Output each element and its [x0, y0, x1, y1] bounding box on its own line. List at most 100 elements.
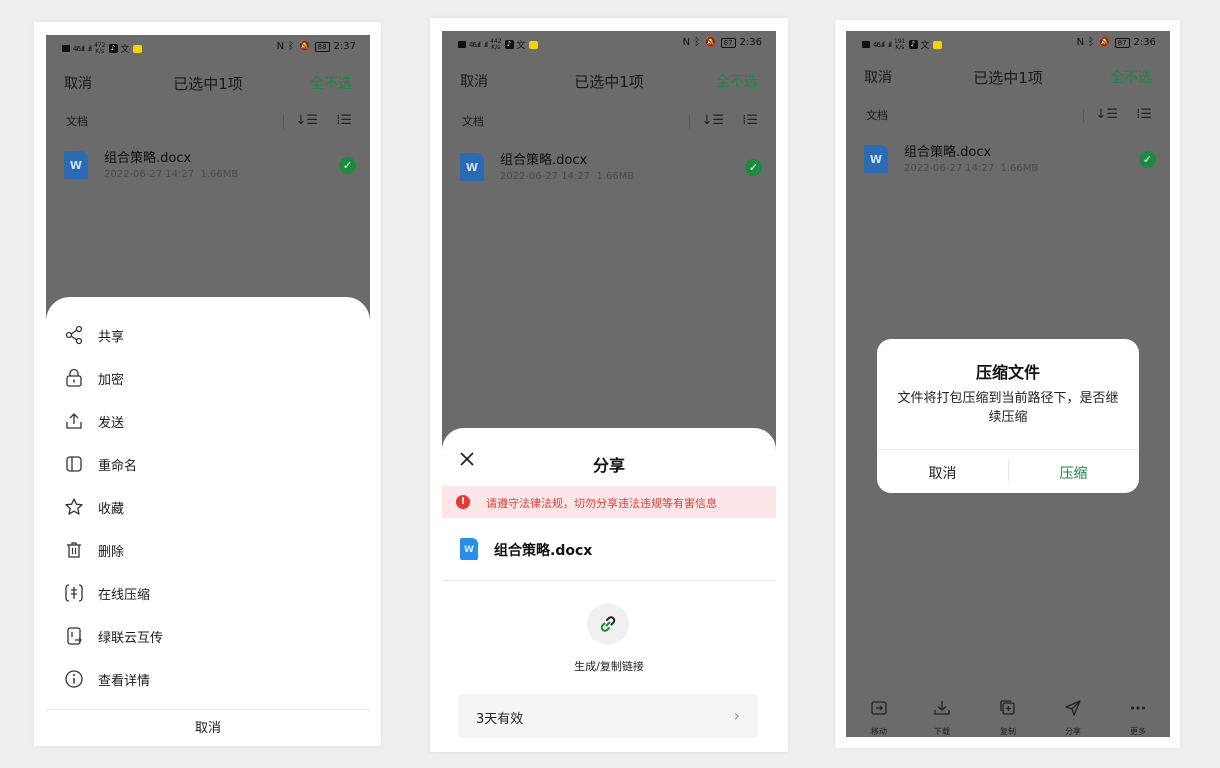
info-icon [65, 670, 83, 688]
file-name: 组合策略.docx [904, 145, 992, 160]
bluetooth-icon: ᛒ [288, 41, 295, 52]
generate-link-label: 生成/复制链接 [574, 660, 644, 673]
divider [1083, 109, 1084, 123]
file-list-item[interactable]: W 组合策略.docx 2022-06-27 14:27 1.66MB ✓ [442, 147, 776, 187]
shared-file-row: W 组合策略.docx [442, 532, 776, 572]
menu-item-rename[interactable]: 重命名 [46, 444, 370, 484]
bottom-item-label: 复制 [1000, 727, 1016, 736]
menu-item-label: 共享 [98, 329, 125, 345]
menu-item-online-compress[interactable]: 在线压缩 [46, 573, 370, 613]
hd-icon [862, 41, 870, 48]
dialog-title: 压缩文件 [975, 363, 1040, 382]
menu-item-send[interactable]: 发送 [46, 401, 370, 441]
warning-text: 请遵守法律法规，切勿分享违法违规等有害信息 [486, 497, 717, 510]
bottom-download-button[interactable]: 下载 [917, 691, 967, 737]
file-name: 组合策略.docx [104, 151, 192, 166]
bottom-item-label: 移动 [871, 727, 887, 736]
menu-item-cloud-transfer[interactable]: 绿联云互传 [46, 616, 370, 656]
translate-icon: 文 [516, 41, 526, 51]
menu-item-encrypt[interactable]: 加密 [46, 358, 370, 398]
warning-icon: ! [456, 495, 470, 509]
sub-bar: 文档 ↓☰ ⁞☰ [442, 113, 776, 133]
deselect-all-button[interactable]: 全不选 [310, 73, 352, 93]
move-icon [871, 701, 887, 715]
bottom-item-label: 分享 [1065, 727, 1081, 736]
net-speed: 472 K/s [94, 41, 106, 55]
menu-item-label: 绿联云互传 [98, 630, 164, 646]
send-icon [1065, 700, 1081, 716]
dialog-compress-button[interactable]: 压缩 [1008, 463, 1139, 483]
bottom-move-button[interactable]: 移动 [854, 691, 904, 737]
deselect-all-button[interactable]: 全不选 [716, 71, 758, 91]
file-meta: 2022-06-27 14:27 1.66MB [104, 169, 239, 180]
view-toggle-icon[interactable]: ⁞☰ [336, 113, 352, 128]
signal-icon: 46.ıll [469, 40, 481, 49]
menu-item-label: 加密 [98, 372, 125, 388]
compress-dialog: 压缩文件 文件将打包压缩到当前路径下，是否继续压缩 取消 压缩 [877, 339, 1139, 493]
rename-icon [66, 456, 82, 472]
bottom-copy-button[interactable]: 复制 [983, 691, 1033, 737]
sheet-cancel-button[interactable]: 取消 [46, 717, 370, 736]
sort-icon[interactable]: ↓☰ [701, 113, 724, 128]
cloud-transfer-icon [67, 627, 82, 645]
top-bar: 取消 已选中1项 全不选 [46, 73, 370, 97]
bottom-more-button[interactable]: 更多 [1113, 691, 1163, 737]
tiktok-icon: ♪ [108, 44, 118, 53]
file-meta: 2022-06-27 14:27 1.66MB [904, 163, 1039, 174]
dialog-cancel-button[interactable]: 取消 [877, 463, 1008, 483]
menu-item-label: 删除 [98, 544, 125, 560]
sort-icon[interactable]: ↓☰ [1095, 107, 1118, 122]
translate-icon: 文 [920, 41, 930, 51]
view-toggle-icon[interactable]: ⁞☰ [742, 113, 758, 128]
top-bar: 取消 已选中1项 全不选 [442, 71, 776, 95]
selected-check-icon[interactable]: ✓ [339, 157, 356, 174]
menu-item-share[interactable]: 共享 [46, 315, 370, 355]
nfc-icon: N [276, 41, 285, 52]
menu-item-label: 查看详情 [98, 673, 151, 689]
status-time: 2:37 [333, 41, 356, 52]
signal-icon-2: .ıll [886, 40, 892, 49]
file-name: 组合策略.docx [500, 153, 588, 168]
tiktok-icon: ♪ [908, 40, 918, 49]
top-bar: 取消 已选中1项 全不选 [846, 67, 1170, 91]
mute-icon: 🔕 [298, 41, 311, 52]
selected-check-icon[interactable]: ✓ [745, 159, 762, 176]
menu-item-delete[interactable]: 删除 [46, 530, 370, 570]
share-nodes-icon [65, 325, 83, 345]
bluetooth-icon: ᛒ [1088, 37, 1095, 48]
app-notification-icon [932, 40, 942, 49]
section-label: 文档 [866, 109, 888, 122]
sort-icon[interactable]: ↓☰ [295, 113, 318, 128]
mute-icon: 🔕 [1098, 37, 1111, 48]
phone-screenshot-share-sheet: 46.ıll .ıll 442 K/s ♪ 文 N ᛒ 🔕 87 2:36 取消 … [430, 18, 788, 752]
generate-link-button[interactable] [587, 603, 629, 645]
tiktok-icon: ♪ [504, 40, 514, 49]
nfc-icon: N [1076, 37, 1085, 48]
bottom-share-button[interactable]: 分享 [1048, 691, 1098, 737]
net-speed: 442 K/s [490, 37, 502, 51]
selected-check-icon[interactable]: ✓ [1139, 151, 1156, 168]
download-icon [934, 701, 950, 715]
menu-item-label: 发送 [98, 415, 125, 431]
share-sheet: 分享 ! 请遵守法律法规，切勿分享违法违规等有害信息 W 组合策略.docx 生… [442, 428, 776, 749]
bottom-action-bar: 移动 下载 复制 分享 更多 [846, 691, 1170, 737]
menu-item-favorite[interactable]: 收藏 [46, 487, 370, 527]
status-time: 2:36 [739, 37, 762, 48]
menu-item-label: 收藏 [98, 501, 125, 517]
sub-bar: 文档 ↓☰ ⁞☰ [46, 113, 370, 133]
app-notification-icon [528, 40, 538, 49]
signal-icon: 46.ıll [873, 40, 885, 49]
menu-item-details[interactable]: 查看详情 [46, 659, 370, 699]
divider [689, 115, 690, 129]
view-toggle-icon[interactable]: ⁞☰ [1136, 107, 1152, 122]
file-list-item[interactable]: W 组合策略.docx 2022-06-27 14:27 1.66MB ✓ [46, 145, 370, 185]
deselect-all-button[interactable]: 全不选 [1110, 67, 1152, 87]
status-time: 2:36 [1133, 37, 1156, 48]
action-sheet: 共享 加密 发送 重命名 收藏 删除 在线压缩 绿联云互传 查看详情 取消 [46, 297, 370, 743]
divider [46, 709, 370, 710]
net-speed: 191 K/s [894, 37, 906, 51]
file-list-item[interactable]: W 组合策略.docx 2022-06-27 14:27 1.66MB ✓ [846, 139, 1170, 179]
status-bar: 46.ıll .ıll 472 K/s ♪ 文 N ᛒ 🔕 88 2:37 [46, 35, 370, 61]
link-validity-selector[interactable]: 3天有效 › [458, 694, 758, 738]
more-icon [1131, 706, 1145, 710]
